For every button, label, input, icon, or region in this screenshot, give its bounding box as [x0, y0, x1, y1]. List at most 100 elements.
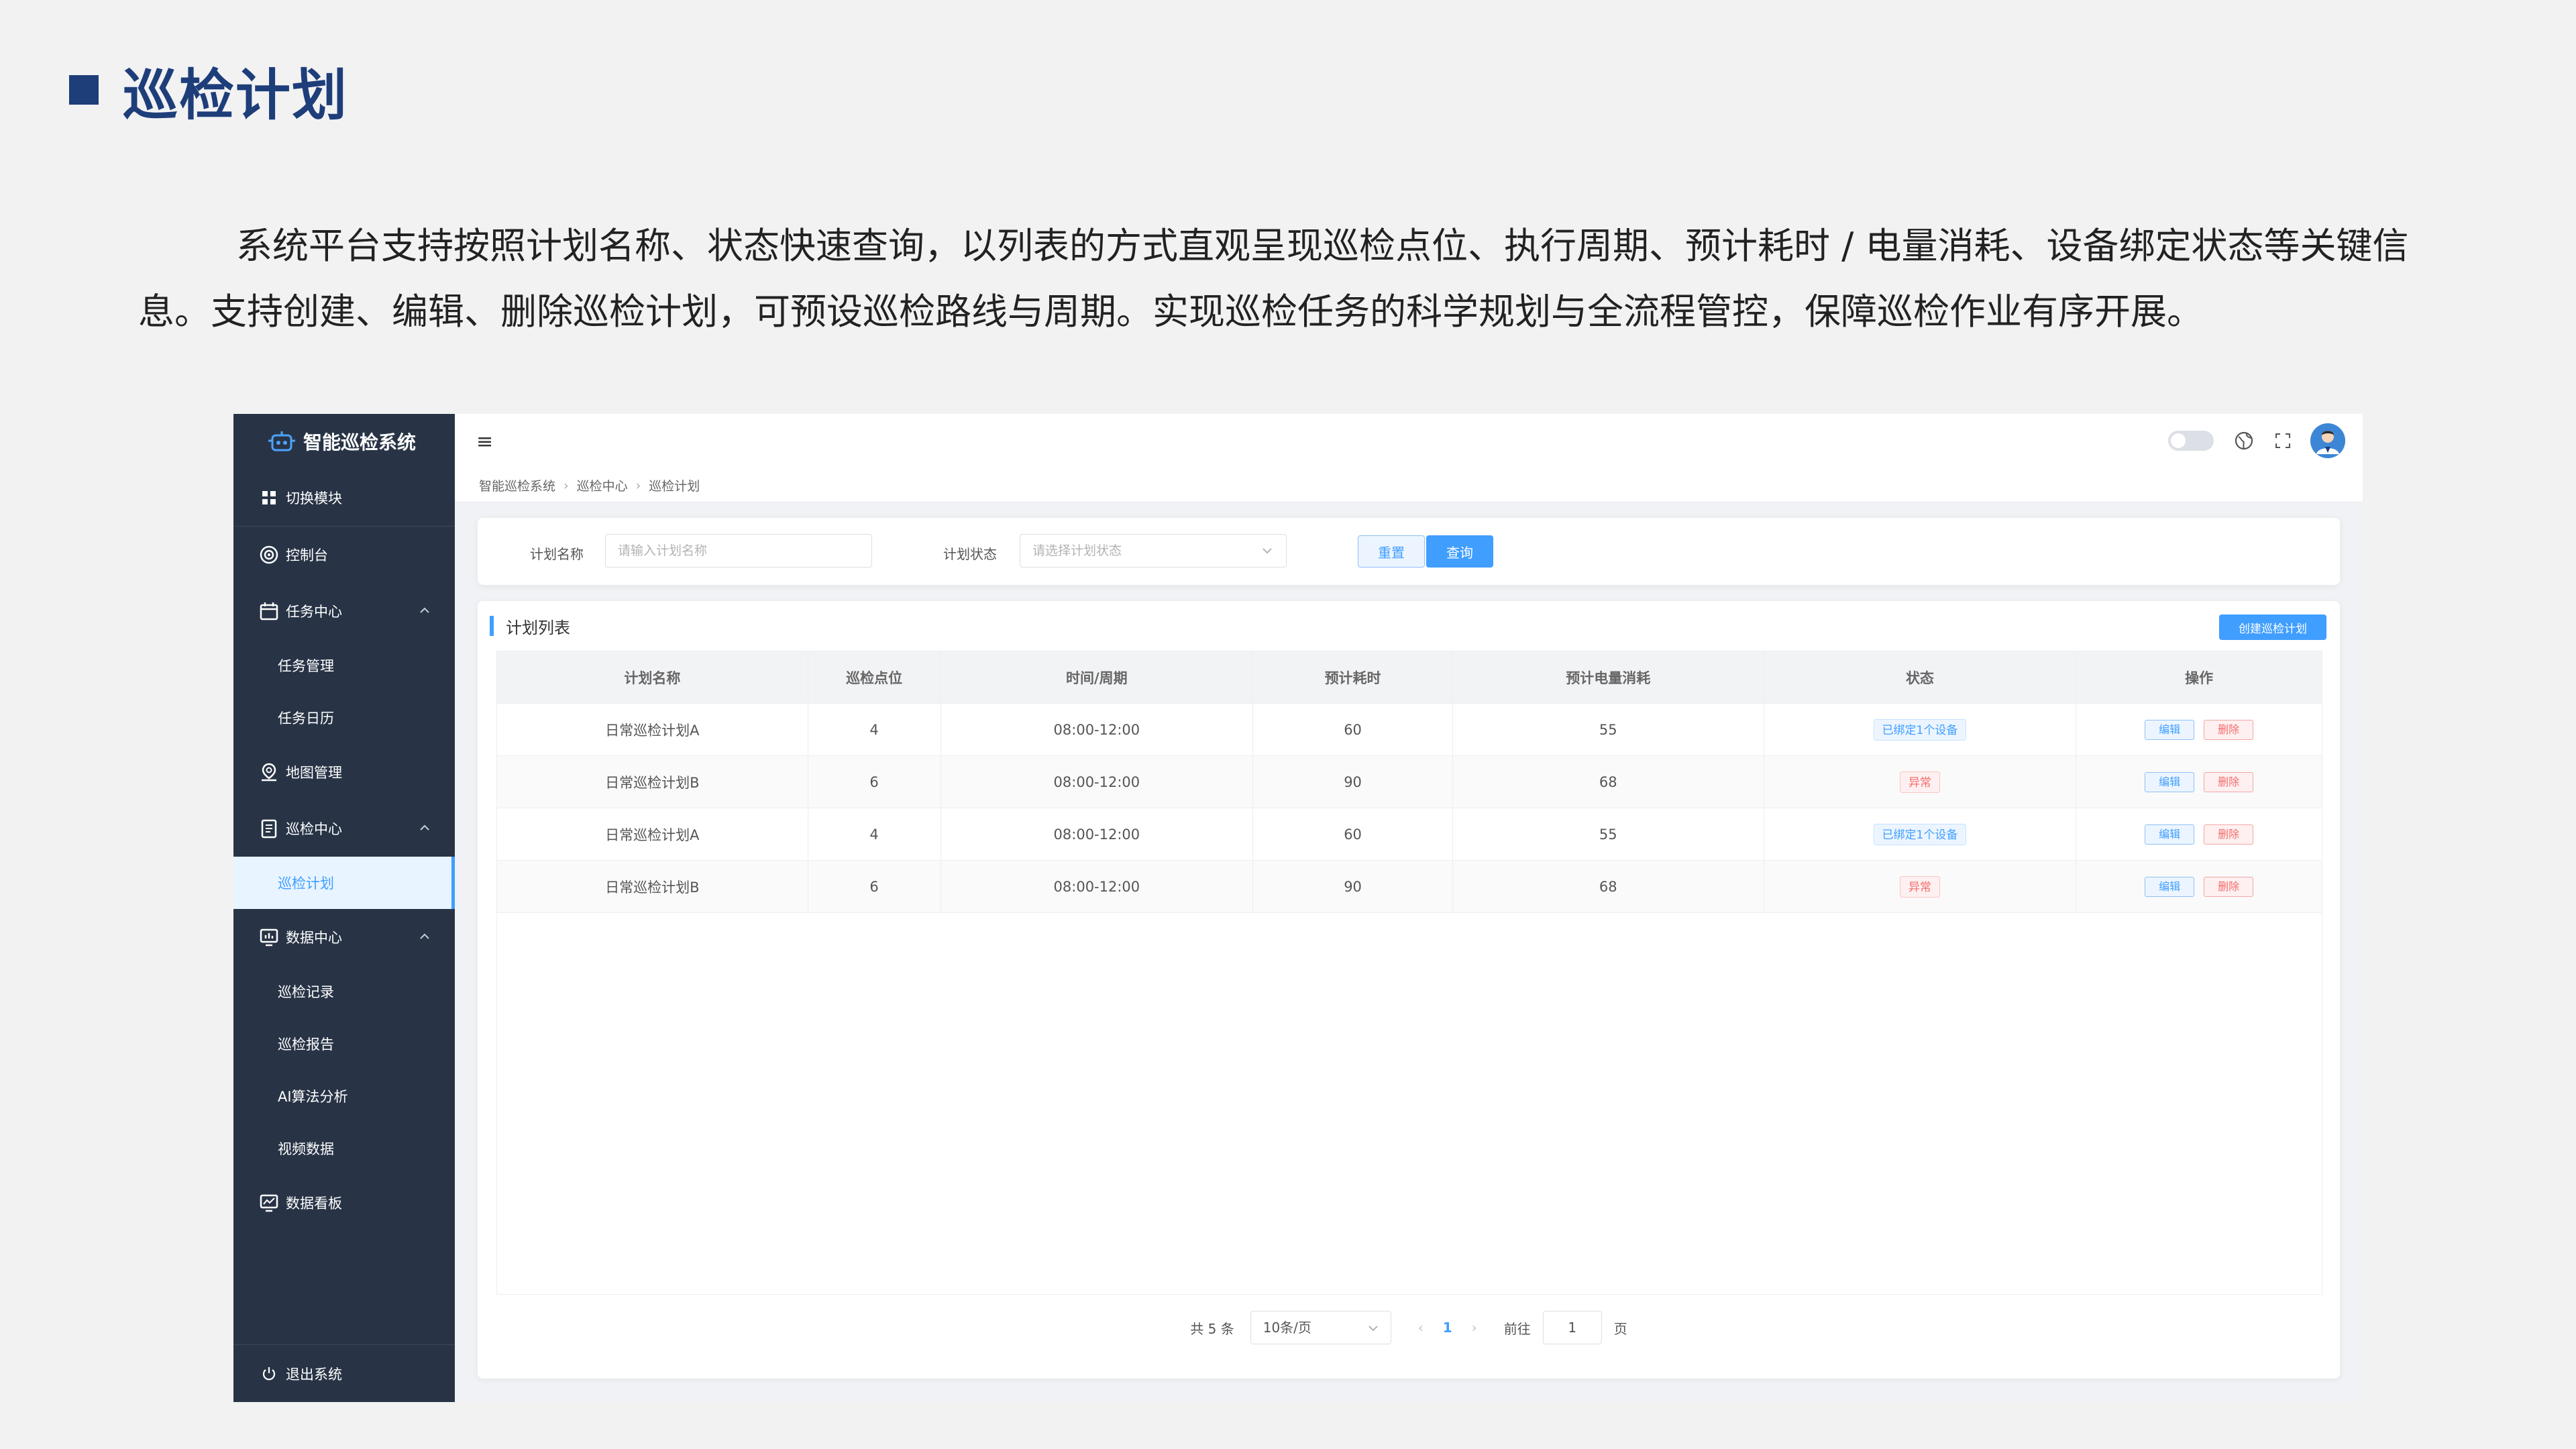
- breadcrumb-item-inspection-center[interactable]: 巡检中心: [577, 476, 628, 494]
- chevron-up-icon: [420, 933, 429, 939]
- page-unit-label: 页: [1613, 1320, 1627, 1337]
- page-size-value: 10条/页: [1263, 1320, 1311, 1336]
- sidebar-item-label: 数据看板: [286, 1195, 342, 1212]
- column-header: 巡检点位: [808, 651, 941, 704]
- power-cell: 55: [1453, 704, 1764, 756]
- plan-name-cell: 日常巡检计划A: [497, 704, 808, 756]
- reset-button[interactable]: 重置: [1358, 535, 1425, 568]
- top-actions: [2168, 423, 2345, 458]
- slide-title-text: 巡检计划: [123, 63, 349, 127]
- logout-button[interactable]: 退出系统: [233, 1344, 455, 1402]
- status-cell: 异常: [1764, 756, 2077, 808]
- sidebar-item-label: 控制台: [286, 547, 328, 564]
- sidebar-item-task-calendar[interactable]: 任务日历: [233, 692, 455, 744]
- actions-cell: 编辑 删除: [2076, 756, 2322, 808]
- prev-page-icon[interactable]: ‹: [1407, 1320, 1434, 1336]
- globe-icon[interactable]: [2233, 429, 2255, 452]
- edit-button[interactable]: 编辑: [2145, 772, 2195, 792]
- period-cell: 08:00-12:00: [941, 756, 1254, 808]
- chevron-down-icon: [1368, 1326, 1378, 1332]
- app-window: 智能巡检系统 切换模块 控制台 任务中心 任务管理 任务日历 地图管理 巡检中心…: [233, 414, 2363, 1402]
- period-cell: 08:00-12:00: [941, 704, 1254, 756]
- status-badge: 异常: [1899, 771, 1940, 793]
- points-cell: 4: [808, 704, 941, 756]
- dashboard-icon: [256, 1190, 282, 1216]
- delete-button[interactable]: 删除: [2204, 772, 2254, 792]
- logout-label: 退出系统: [286, 1366, 342, 1383]
- plan-name-cell: 日常巡检计划B: [497, 756, 808, 808]
- goto-page-input[interactable]: 1: [1542, 1311, 1602, 1344]
- points-cell: 6: [808, 756, 941, 808]
- page-number-current[interactable]: 1: [1434, 1320, 1461, 1336]
- table-row: 日常巡检计划B 6 08:00-12:00 90 68 异常 编辑 删除: [497, 861, 2322, 913]
- breadcrumb: 智能巡检系统 › 巡检中心 › 巡检计划: [455, 469, 2363, 502]
- page-size-select[interactable]: 10条/页: [1250, 1311, 1391, 1344]
- target-icon: [256, 542, 282, 568]
- sidebar-item-ai-analysis[interactable]: AI算法分析: [233, 1070, 455, 1122]
- create-plan-button[interactable]: 创建巡检计划: [2219, 614, 2326, 640]
- sidebar-item-data-board[interactable]: 数据看板: [233, 1175, 455, 1231]
- period-cell: 08:00-12:00: [941, 808, 1254, 861]
- table-row: 日常巡检计划B 6 08:00-12:00 90 68 异常 编辑 删除: [497, 756, 2322, 808]
- breadcrumb-item-system[interactable]: 智能巡检系统: [479, 476, 555, 494]
- delete-button[interactable]: 删除: [2204, 720, 2254, 740]
- avatar[interactable]: [2310, 423, 2345, 458]
- status-cell: 已绑定1个设备: [1764, 808, 2077, 861]
- sidebar-item-task-management[interactable]: 任务管理: [233, 639, 455, 692]
- actions-cell: 编辑 删除: [2076, 861, 2322, 913]
- duration-cell: 60: [1253, 704, 1453, 756]
- menu-toggle-icon[interactable]: ≡: [476, 430, 496, 453]
- clipboard-icon: [256, 816, 282, 841]
- actions-cell: 编辑 删除: [2076, 704, 2322, 756]
- sidebar-item-inspection-center[interactable]: 巡检中心: [233, 800, 455, 857]
- sidebar-item-video-data[interactable]: 视频数据: [233, 1122, 455, 1175]
- status-badge: 已绑定1个设备: [1873, 719, 1967, 741]
- table-row: 日常巡检计划A 4 08:00-12:00 60 55 已绑定1个设备 编辑 删…: [497, 808, 2322, 861]
- points-cell: 6: [808, 861, 941, 913]
- period-cell: 08:00-12:00: [941, 861, 1254, 913]
- power-icon: [256, 1361, 282, 1387]
- sidebar-item-label: 任务中心: [286, 604, 342, 620]
- chevron-up-icon: [420, 607, 429, 613]
- sidebar-item-label: 数据中心: [286, 930, 342, 946]
- sidebar-item-inspection-records[interactable]: 巡检记录: [233, 965, 455, 1018]
- breadcrumb-separator-icon: ›: [564, 478, 569, 493]
- query-button[interactable]: 查询: [1426, 535, 1493, 568]
- points-cell: 4: [808, 808, 941, 861]
- edit-button[interactable]: 编辑: [2145, 824, 2195, 845]
- robot-logo-icon: [268, 431, 295, 451]
- goto-label: 前往: [1503, 1320, 1531, 1337]
- plan-name-cell: 日常巡检计划B: [497, 861, 808, 913]
- map-pin-icon: [256, 759, 282, 785]
- plan-status-placeholder: 请选择计划状态: [1032, 543, 1122, 558]
- fullscreen-icon[interactable]: [2271, 429, 2294, 452]
- plan-status-select[interactable]: 请选择计划状态: [1020, 534, 1287, 568]
- sidebar-item-task-center[interactable]: 任务中心: [233, 583, 455, 639]
- delete-button[interactable]: 删除: [2204, 824, 2254, 845]
- top-bar: ≡: [455, 414, 2363, 469]
- sidebar-item-inspection-plan[interactable]: 巡检计划: [233, 857, 455, 909]
- theme-toggle[interactable]: [2168, 431, 2214, 451]
- search-filter-panel: 计划名称 请输入计划名称 计划状态 请选择计划状态 重置 查询: [478, 518, 2340, 585]
- next-page-icon[interactable]: ›: [1461, 1320, 1488, 1336]
- plan-name-input[interactable]: 请输入计划名称: [605, 534, 872, 568]
- delete-button[interactable]: 删除: [2204, 877, 2254, 897]
- breadcrumb-separator-icon: ›: [635, 478, 641, 493]
- sidebar-item-inspection-report[interactable]: 巡检报告: [233, 1018, 455, 1070]
- plan-status-label: 计划状态: [943, 546, 997, 562]
- plan-table: 计划名称 巡检点位 时间/周期 预计耗时 预计电量消耗 状态 操作 日常巡检计划…: [496, 651, 2322, 1295]
- sidebar-item-console[interactable]: 控制台: [233, 527, 455, 583]
- sidebar-item-data-center[interactable]: 数据中心: [233, 909, 455, 965]
- plan-name-cell: 日常巡检计划A: [497, 808, 808, 861]
- slide-description: 系统平台支持按照计划名称、状态快速查询，以列表的方式直观呈现巡检点位、执行周期、…: [138, 225, 2409, 333]
- edit-button[interactable]: 编辑: [2145, 877, 2195, 897]
- slide-title: 巡检计划: [69, 56, 348, 127]
- table-row: 日常巡检计划A 4 08:00-12:00 60 55 已绑定1个设备 编辑 删…: [497, 704, 2322, 756]
- column-header: 操作: [2185, 670, 2214, 686]
- edit-button[interactable]: 编辑: [2145, 720, 2195, 740]
- duration-cell: 90: [1253, 861, 1453, 913]
- sidebar-item-switch-module[interactable]: 切换模块: [233, 469, 455, 527]
- plan-list-panel: 计划列表 创建巡检计划 计划名称 巡检点位 时间/周期 预计耗时 预计电量消耗 …: [478, 601, 2340, 1379]
- sidebar-item-label: 地图管理: [286, 765, 342, 781]
- sidebar-item-map-management[interactable]: 地图管理: [233, 744, 455, 800]
